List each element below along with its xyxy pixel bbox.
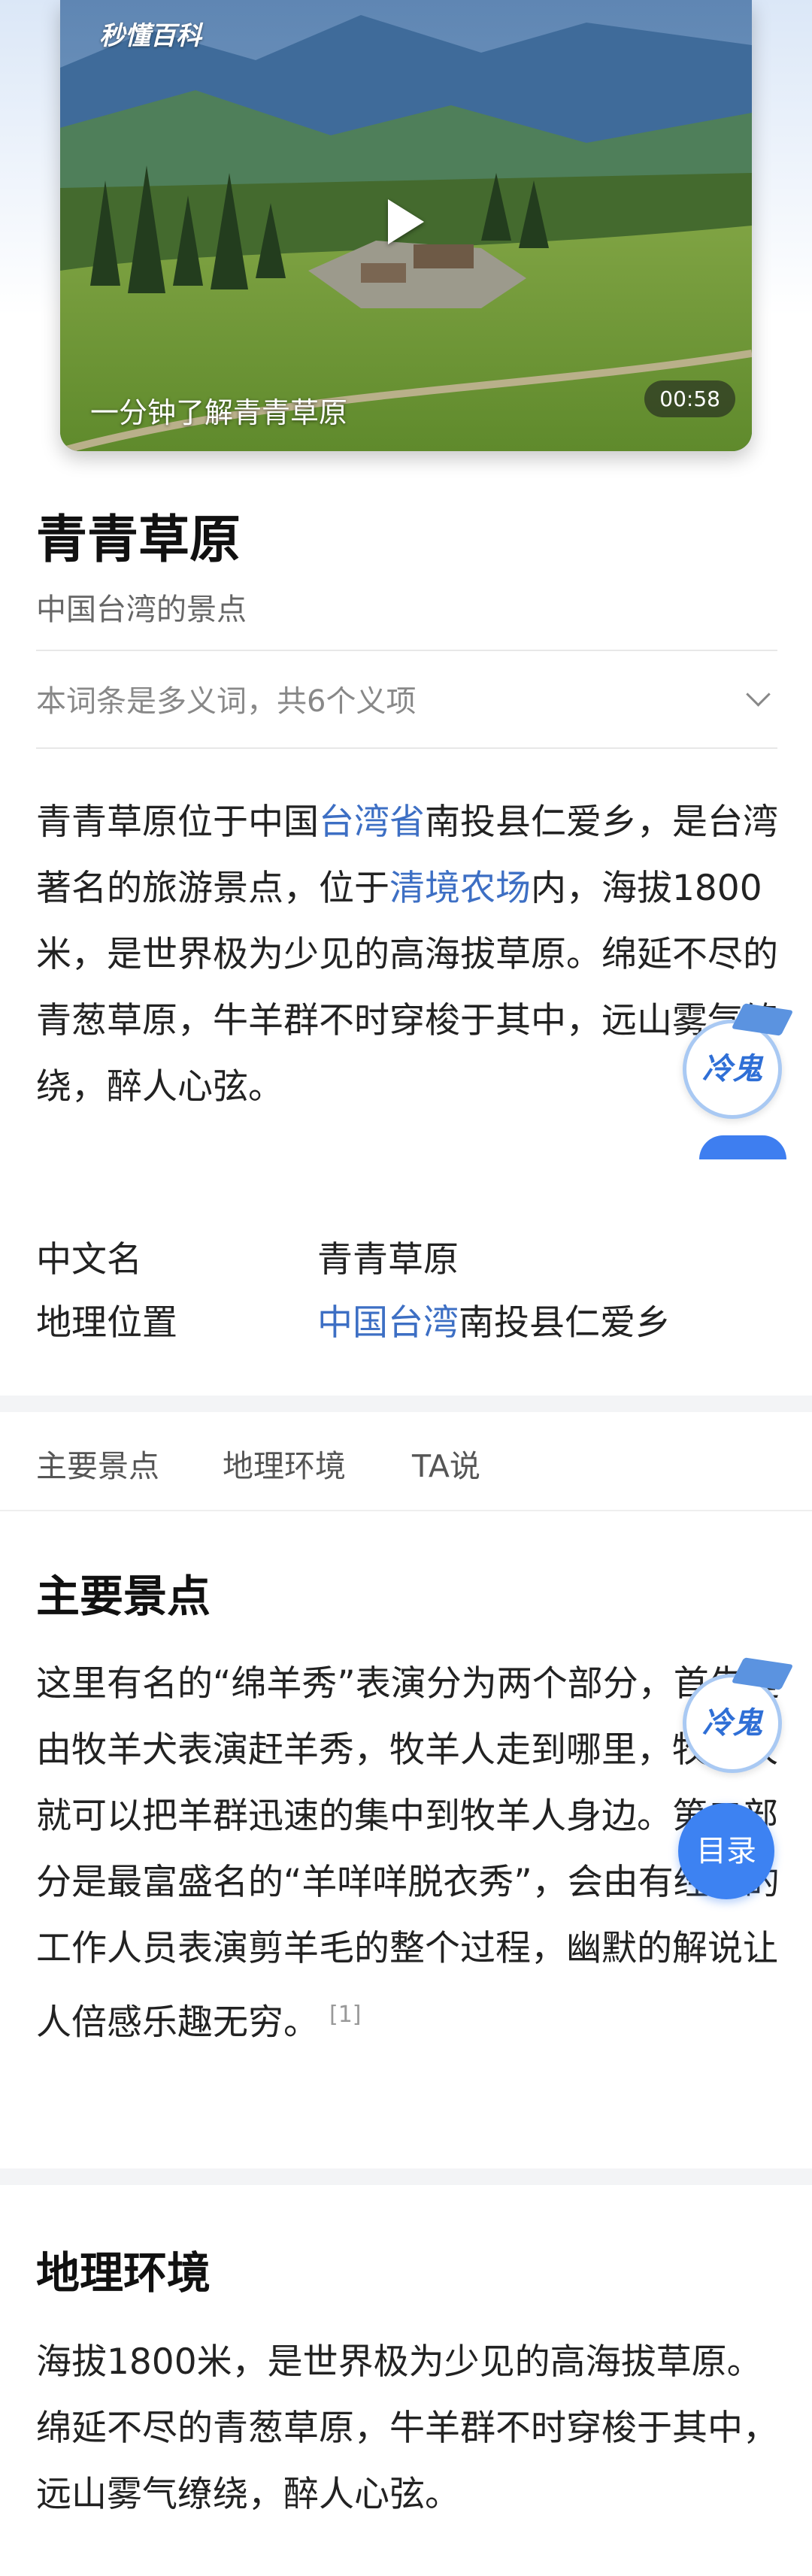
- toc-button[interactable]: 目录: [678, 1803, 774, 1899]
- citation-link[interactable]: [1]: [329, 2002, 362, 2028]
- polysemy-text: 本词条是多义词，共6个义项: [36, 684, 417, 719]
- divider: [0, 1510, 812, 1511]
- link-china-taiwan[interactable]: 中国台湾: [317, 1302, 459, 1344]
- mascot-label: 冷鬼: [702, 1706, 762, 1741]
- divider: [36, 650, 777, 651]
- entry-subtitle: 中国台湾的景点: [36, 592, 247, 627]
- mascot-assistant-icon[interactable]: 冷鬼: [683, 1657, 794, 1773]
- section-title-geo: 地理环境: [36, 2247, 211, 2299]
- video-player[interactable]: 秒懂百科 一分钟了解青青草原 00:58: [60, 0, 752, 451]
- tab-geography[interactable]: 地理环境: [223, 1441, 346, 1486]
- link-taiwan-province[interactable]: 台湾省: [319, 802, 425, 843]
- divider: [36, 747, 777, 749]
- entry-title: 青青草原: [36, 511, 241, 570]
- info-key: 中文名: [36, 1239, 142, 1280]
- intro-text: 青青草原位于中国: [36, 802, 319, 843]
- info-value: 青青草原: [317, 1239, 459, 1280]
- info-key: 地理位置: [36, 1302, 177, 1344]
- geography-paragraph: 海拔1800米，是世界极为少见的高海拔草原。绵延不尽的青葱草原，牛羊群不时穿梭于…: [36, 2329, 780, 2528]
- link-qingjing-farm[interactable]: 清境农场: [389, 868, 531, 909]
- info-value: 中国台湾南投县仁爱乡: [317, 1293, 671, 1345]
- section-gap: [0, 2168, 812, 2185]
- video-caption: 一分钟了解青青草原: [90, 396, 348, 429]
- intro-paragraph: 青青草原位于中国台湾省南投县仁爱乡，是台湾著名的旅游景点，位于清境农场内，海拔1…: [36, 789, 780, 1120]
- geography-text: 海拔1800米，是世界极为少见的高海拔草原。绵延不尽的青葱草原，牛羊群不时穿梭于…: [36, 2341, 778, 2515]
- tab-main-sights[interactable]: 主要景点: [36, 1441, 159, 1486]
- section-tabs: 主要景点 地理环境 TA说: [0, 1414, 812, 1508]
- video-duration: 00:58: [644, 380, 735, 417]
- main-sights-text: 这里有名的“绵羊秀”表演分为两个部分，首先是由牧羊犬表演赶羊秀，牧羊人走到哪里，…: [36, 1663, 780, 2044]
- tab-ta-says[interactable]: TA说: [412, 1441, 480, 1486]
- play-icon[interactable]: [388, 199, 424, 244]
- section-gap: [0, 1396, 812, 1412]
- video-brand-logo: 秒懂百科: [99, 21, 201, 51]
- section-title-main: 主要景点: [36, 1571, 211, 1622]
- mascot-label: 冷鬼: [702, 1052, 762, 1086]
- polysemy-selector[interactable]: 本词条是多义词，共6个义项: [36, 677, 777, 723]
- floating-button-partial[interactable]: [699, 1135, 786, 1159]
- chevron-down-icon: [746, 682, 771, 707]
- mascot-assistant-icon[interactable]: 冷鬼: [683, 1003, 794, 1119]
- info-value-text: 南投县仁爱乡: [459, 1302, 671, 1344]
- main-sights-paragraph: 这里有名的“绵羊秀”表演分为两个部分，首先是由牧羊犬表演赶羊秀，牧羊人走到哪里，…: [36, 1651, 780, 2056]
